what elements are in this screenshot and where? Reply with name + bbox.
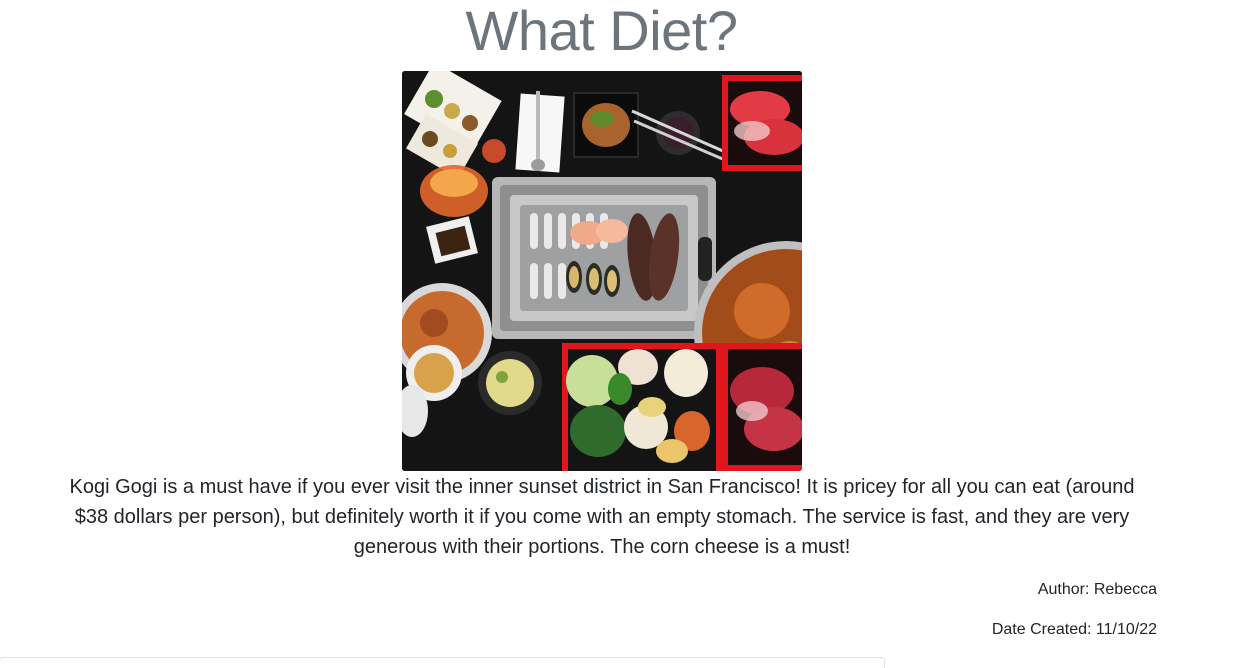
post-title: What Diet? <box>465 0 739 62</box>
post-date: Date Created: 11/10/22 <box>991 621 1157 638</box>
post-page: What Diet? Kogi Gogi is a must have if y… <box>0 0 1248 668</box>
post-image <box>402 71 802 471</box>
post-author: Author: Rebecca <box>1037 581 1157 598</box>
comment-card <box>0 657 885 668</box>
post-body: Kogi Gogi is a must have if you ever vis… <box>69 476 1135 558</box>
